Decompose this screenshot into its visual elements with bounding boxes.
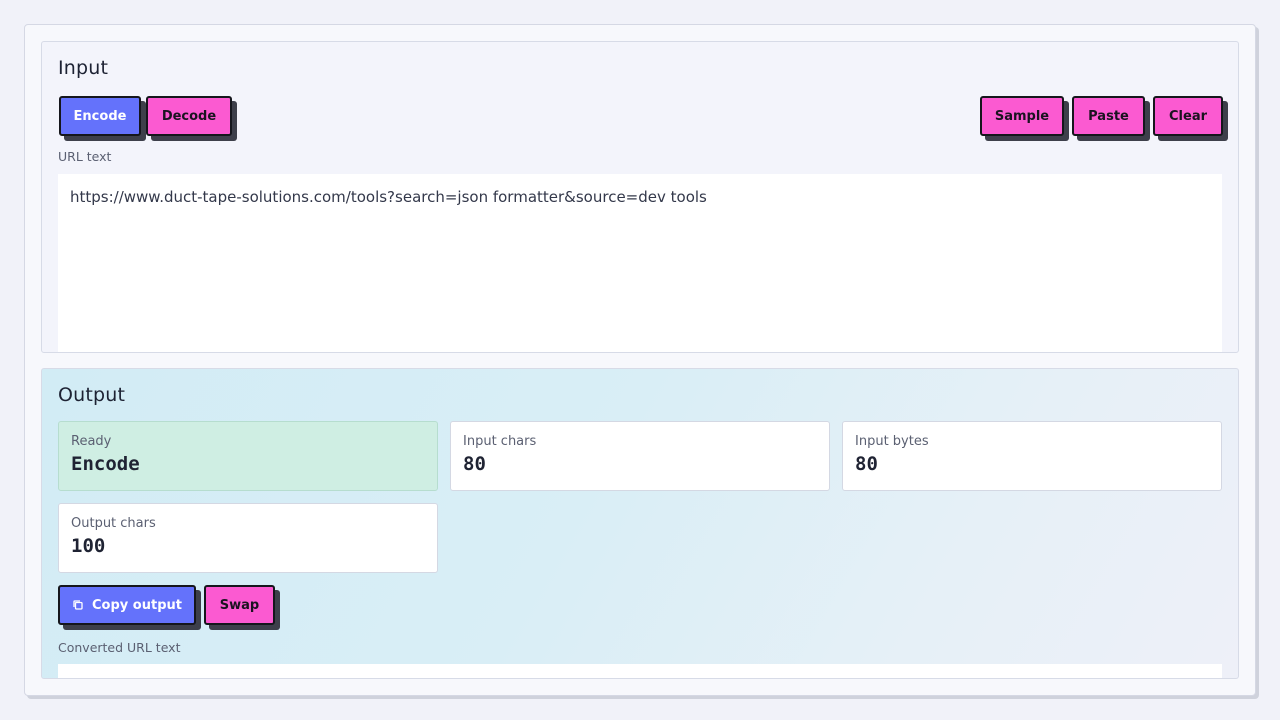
input-panel-title: Input [58,57,109,79]
copy-output-label: Copy output [92,597,182,613]
copy-output-button[interactable]: Copy output [58,585,196,625]
output-chars-label: Output chars [71,516,156,531]
paste-button[interactable]: Paste [1072,96,1145,136]
input-chars-value: 80 [463,453,486,475]
converted-url-text-label: Converted URL text [58,640,181,655]
input-bytes-value: 80 [855,453,878,475]
input-bytes-label: Input bytes [855,434,929,449]
status-value: Encode [71,453,140,475]
url-text-label: URL text [58,149,112,164]
swap-button[interactable]: Swap [204,585,275,625]
url-text-input[interactable] [58,174,1222,352]
encode-button[interactable]: Encode [59,96,141,136]
status-card-ready: Ready Encode [58,421,438,491]
decode-button[interactable]: Decode [146,96,232,136]
sample-button[interactable]: Sample [980,96,1064,136]
converted-url-text-output[interactable] [58,664,1222,678]
status-label: Ready [71,434,112,449]
stat-card-input-bytes: Input bytes 80 [842,421,1222,491]
input-chars-label: Input chars [463,434,537,449]
stat-card-output-chars: Output chars 100 [58,503,438,573]
stat-card-input-chars: Input chars 80 [450,421,830,491]
input-panel: Input Encode Decode Sample Paste Clear U… [41,41,1239,353]
clear-button[interactable]: Clear [1153,96,1223,136]
url-encoder-app: Input Encode Decode Sample Paste Clear U… [24,24,1256,696]
output-panel: Output Ready Encode Input chars 80 Input… [41,368,1239,679]
copy-icon [73,600,83,610]
output-panel-title: Output [58,384,126,406]
output-chars-value: 100 [71,535,106,557]
